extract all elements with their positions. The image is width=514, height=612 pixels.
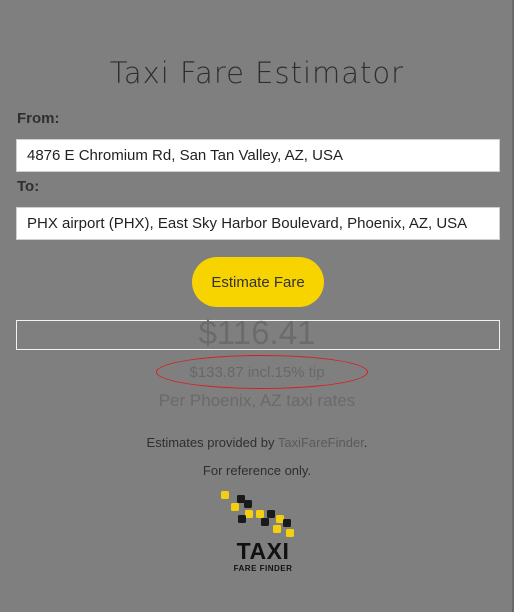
provider-link[interactable]: TaxiFareFinder bbox=[278, 435, 364, 450]
page-title: Taxi Fare Estimator bbox=[109, 56, 405, 90]
to-input[interactable] bbox=[16, 207, 500, 240]
provided-by-text: Estimates provided by TaxiFareFinder. bbox=[0, 435, 514, 450]
reference-text: For reference only. bbox=[202, 463, 312, 478]
from-input[interactable] bbox=[16, 139, 500, 172]
logo-subtitle: FARE FINDER bbox=[233, 564, 293, 573]
provided-suffix: . bbox=[363, 435, 368, 450]
to-label: To: bbox=[17, 178, 40, 195]
rates-text: Per Phoenix, AZ taxi rates bbox=[158, 391, 356, 410]
provided-prefix: Estimates provided by bbox=[146, 435, 278, 450]
from-label: From: bbox=[17, 110, 60, 127]
tip-highlight-annotation bbox=[156, 355, 368, 389]
fare-amount: $116.41 bbox=[198, 314, 316, 351]
estimate-fare-button[interactable]: Estimate Fare bbox=[192, 257, 324, 307]
logo-word: TAXI bbox=[236, 538, 290, 564]
